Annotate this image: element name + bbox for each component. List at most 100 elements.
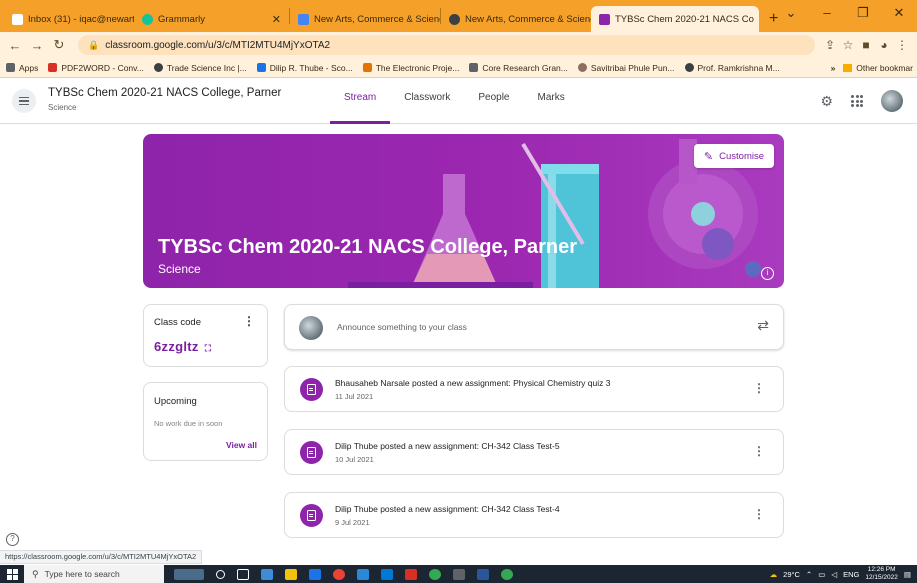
- app-icon[interactable]: [453, 568, 465, 580]
- fullscreen-icon[interactable]: ⛶: [205, 343, 212, 353]
- reload-icon[interactable]: ↻: [50, 37, 68, 53]
- close-tab-icon[interactable]: ✕: [754, 13, 759, 26]
- customise-button[interactable]: ✎ Customise: [693, 144, 774, 168]
- file-explorer-icon[interactable]: [261, 568, 273, 580]
- more-options-icon[interactable]: ⋮: [753, 507, 765, 521]
- word-icon[interactable]: [477, 568, 489, 580]
- browser-tab-grammarly[interactable]: Grammarly ✕: [134, 6, 289, 32]
- minimize-icon[interactable]: –: [809, 0, 845, 26]
- edge-icon[interactable]: [357, 568, 369, 580]
- stream-post[interactable]: Dilip Thube posted a new assignment: CH-…: [284, 429, 784, 475]
- cortana-icon[interactable]: [216, 569, 225, 579]
- mail-icon[interactable]: [309, 568, 321, 580]
- bookmark-trade-science[interactable]: Trade Science Inc |...: [153, 63, 247, 73]
- restore-icon[interactable]: ❐: [845, 0, 881, 26]
- temperature[interactable]: 29°C: [783, 570, 800, 579]
- volume-icon[interactable]: ◁: [831, 570, 837, 579]
- post-date: 9 Jul 2021: [335, 518, 370, 527]
- clock[interactable]: 12:26 PM 12/15/2022: [865, 566, 898, 582]
- reuse-post-icon[interactable]: ⇄: [757, 317, 769, 334]
- chrome-profile-icon[interactable]: [501, 568, 513, 580]
- stream-post[interactable]: Dilip Thube posted a new assignment: CH-…: [284, 492, 784, 538]
- assignment-icon: [300, 504, 323, 527]
- tab-marks[interactable]: Marks: [524, 78, 579, 124]
- bookmark-scopus[interactable]: Dilip R. Thube - Sco...: [256, 62, 353, 73]
- view-all-link[interactable]: View all: [226, 440, 257, 450]
- browser-tab-newarts-2[interactable]: New Arts, Commerce & Science ✕: [441, 6, 591, 32]
- address-bar[interactable]: 🔒 classroom.google.com/u/3/c/MTI2MTU4MjY…: [78, 35, 815, 55]
- help-icon[interactable]: ?: [6, 533, 19, 546]
- network-icon[interactable]: ▭: [818, 570, 825, 579]
- class-tabs: Stream Classwork People Marks: [330, 78, 579, 124]
- close-window-icon[interactable]: ✕: [881, 0, 917, 26]
- share-icon[interactable]: ⇪: [821, 38, 839, 52]
- bookmark-label: Prof. Ramkrishna M...: [697, 62, 780, 73]
- app-icon[interactable]: [381, 568, 393, 580]
- post-title[interactable]: Dilip Thube posted a new assignment: CH-…: [335, 504, 560, 514]
- tray-chevron-icon[interactable]: ⌃: [806, 570, 812, 579]
- browser-menu-icon[interactable]: ⋮: [893, 38, 911, 52]
- bookmark-prof-ramkrishna[interactable]: Prof. Ramkrishna M...: [684, 62, 780, 73]
- bookmark-label: Savitribai Phule Pun...: [590, 62, 675, 73]
- browser-tab-classroom[interactable]: TYBSc Chem 2020-21 NACS Co ✕: [591, 6, 759, 32]
- post-title[interactable]: Bhausaheb Narsale posted a new assignmen…: [335, 378, 610, 388]
- search-icon: ⚲: [32, 568, 39, 579]
- tab-label: Grammarly: [158, 13, 205, 25]
- extension-icon[interactable]: ■: [857, 38, 875, 52]
- tab-classwork[interactable]: Classwork: [390, 78, 464, 124]
- bookmark-label: The Electronic Proje...: [375, 62, 460, 73]
- app-icon[interactable]: [429, 568, 441, 580]
- bookmark-sppu[interactable]: Savitribai Phule Pun...: [577, 62, 675, 73]
- browser-toolbar: ← → ↻ 🔒 classroom.google.com/u/3/c/MTI2M…: [0, 32, 917, 58]
- windows-start-icon[interactable]: [0, 565, 24, 583]
- acrobat-icon[interactable]: [405, 568, 417, 580]
- clock-time: 12:26 PM: [867, 566, 896, 573]
- google-apps-icon[interactable]: [851, 95, 863, 107]
- stream-post[interactable]: Bhausaheb Narsale posted a new assignmen…: [284, 366, 784, 412]
- assignment-icon: [300, 441, 323, 464]
- forward-icon[interactable]: →: [28, 38, 46, 53]
- bookmark-pdf2word[interactable]: PDF2WORD - Conv...: [48, 63, 144, 73]
- bookmark-electronic-project[interactable]: The Electronic Proje...: [362, 62, 460, 73]
- announce-box[interactable]: Announce something to your class ⇄: [284, 304, 784, 350]
- bookmark-core-research[interactable]: Core Research Gran...: [469, 63, 568, 73]
- grammarly-icon: [142, 13, 153, 25]
- announce-placeholder[interactable]: Announce something to your class: [337, 322, 467, 332]
- post-title[interactable]: Dilip Thube posted a new assignment: CH-…: [335, 441, 560, 451]
- close-tab-icon[interactable]: ✕: [266, 13, 281, 26]
- notification-icon[interactable]: ▤: [904, 570, 911, 579]
- tab-people[interactable]: People: [464, 78, 523, 124]
- task-view-icon[interactable]: [237, 568, 249, 580]
- gear-icon[interactable]: ⚙: [820, 93, 833, 110]
- browser-tab-gmail[interactable]: Inbox (31) - iqac@newartscolleg: [4, 6, 134, 32]
- upcoming-empty-text: No work due in soon: [154, 419, 223, 428]
- classroom-icon: [599, 13, 610, 25]
- weather-thumbnail-icon[interactable]: [174, 568, 204, 580]
- bookmark-apps[interactable]: Apps: [6, 63, 38, 73]
- taskbar-search[interactable]: ⚲ Type here to search: [24, 565, 164, 583]
- class-name[interactable]: TYBSc Chem 2020-21 NACS College, Parner: [48, 87, 281, 99]
- class-banner: TYBSc Chem 2020-21 NACS College, Parner …: [143, 134, 784, 288]
- browser-tab-newarts-1[interactable]: New Arts, Commerce & Science ✕: [290, 6, 440, 32]
- main-menu-button[interactable]: [12, 89, 36, 113]
- store-icon[interactable]: [285, 568, 297, 580]
- profile-icon[interactable]: ◕: [875, 38, 893, 52]
- bookmark-label: Dilip R. Thube - Sco...: [269, 62, 353, 73]
- more-bookmarks-icon[interactable]: »: [831, 63, 836, 73]
- bookmark-star-icon[interactable]: ☆: [839, 38, 857, 52]
- assignment-icon: [300, 378, 323, 401]
- info-icon[interactable]: i: [761, 267, 774, 280]
- tab-stream[interactable]: Stream: [330, 78, 391, 124]
- search-placeholder: Type here to search: [44, 569, 120, 579]
- banner-subtitle: Science: [158, 262, 201, 276]
- language-indicator[interactable]: ENG: [843, 570, 859, 579]
- chrome-icon[interactable]: [333, 568, 345, 580]
- other-bookmarks[interactable]: » Other bookmar: [831, 63, 913, 73]
- back-icon[interactable]: ←: [6, 38, 24, 53]
- tab-label: New Arts, Commerce & Science: [465, 13, 591, 25]
- account-avatar[interactable]: [881, 90, 903, 112]
- more-options-icon[interactable]: ⋮: [243, 314, 255, 328]
- more-options-icon[interactable]: ⋮: [753, 444, 765, 458]
- tab-search-icon[interactable]: ⌄: [773, 0, 809, 26]
- more-options-icon[interactable]: ⋮: [753, 381, 765, 395]
